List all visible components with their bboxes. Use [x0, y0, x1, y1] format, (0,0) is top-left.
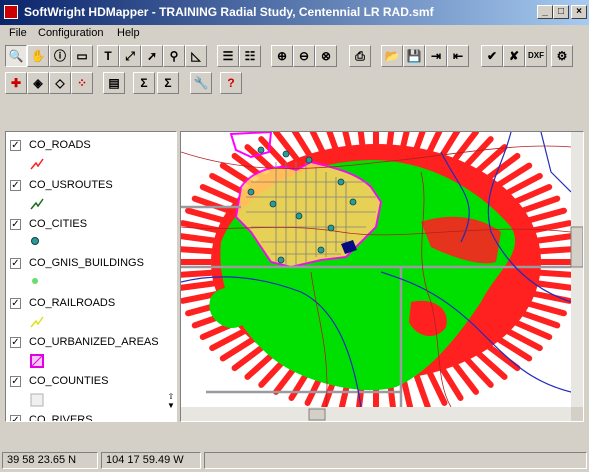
layer-name: CO_ROADS [29, 139, 91, 151]
legend-item-railroads: ✓ CO_RAILROADS [6, 293, 176, 332]
layer-legend: ✓ CO_ROADS ✓ CO_USROUTES ✓ CO_CITIES ✓ C… [5, 131, 177, 422]
legend-item-rivers: ✓ CO_RIVERS [6, 410, 176, 422]
settings-gear-icon[interactable]: ⚙ [551, 45, 573, 67]
menu-file[interactable]: File [9, 27, 27, 39]
menu-configuration[interactable]: Configuration [38, 27, 103, 39]
legend-item-cities: ✓ CO_CITIES [6, 214, 176, 253]
layer-checkbox[interactable]: ✓ [10, 415, 21, 421]
pan-hand-icon[interactable]: ✋ [27, 45, 49, 67]
open-folder-icon[interactable]: 📂 [381, 45, 403, 67]
tools-wrench-icon[interactable]: 🔧 [190, 72, 212, 94]
layer-checkbox[interactable]: ✓ [10, 180, 21, 191]
legend-item-roads: ✓ CO_ROADS [6, 135, 176, 174]
main-toolbar: 🔍 ✋ ⓘ ▭ T ⤢ ➚ ⚲ ◺ ☰ ☷ ⊕ ⊖ ⊗ ⎙ 📂 💾 ⇥ ⇤ ✔ … [0, 45, 589, 67]
scroll-up-icon[interactable]: ⇧ [165, 392, 177, 401]
points-icon[interactable]: ⁘ [71, 72, 93, 94]
longitude-readout: 104 17 59.49 W [101, 452, 201, 469]
select-zoom-icon[interactable]: 🔍 [5, 45, 27, 67]
railroad-line-icon [30, 316, 44, 328]
vertical-scrollbar[interactable] [571, 132, 583, 407]
profile-icon[interactable]: ◺ [185, 45, 207, 67]
zoom-extent-icon[interactable]: ⊗ [315, 45, 337, 67]
layer-checkbox[interactable]: ✓ [10, 219, 21, 230]
map-view[interactable] [180, 131, 584, 422]
label-icon[interactable]: ▭ [71, 45, 93, 67]
legend-scroll[interactable]: ⇧ ▼ [165, 392, 177, 420]
title-bar: SoftWright HDMapper - TRAINING Radial St… [0, 0, 589, 25]
check-icon[interactable]: ✔ [481, 45, 503, 67]
layer-checkbox[interactable]: ✓ [10, 258, 21, 269]
help-question-icon[interactable]: ? [220, 72, 242, 94]
maximize-button[interactable]: □ [553, 5, 569, 19]
horizontal-scrollbar[interactable] [181, 407, 571, 421]
dxf-export-icon[interactable]: DXF [525, 45, 547, 67]
import-icon[interactable]: ⇤ [447, 45, 469, 67]
status-bar: 39 58 23.65 N 104 17 59.49 W [0, 449, 589, 472]
menu-help[interactable]: Help [117, 27, 140, 39]
pointer-icon[interactable]: ➚ [141, 45, 163, 67]
layer-name: CO_GNIS_BUILDINGS [29, 257, 144, 269]
legend-item-urbanized-areas: ✓ CO_URBANIZED_AREAS [6, 332, 176, 371]
legend-item-usroutes: ✓ CO_USROUTES [6, 175, 176, 214]
layer-name: CO_RAILROADS [29, 297, 116, 309]
city-dot-icon [31, 237, 39, 245]
building-dot-icon [32, 278, 38, 284]
minimize-button[interactable]: _ [537, 5, 553, 19]
layers-icon[interactable]: ☰ [217, 45, 239, 67]
layer-name: CO_URBANIZED_AREAS [29, 336, 159, 348]
legend-item-counties: ✓ CO_COUNTIES [6, 371, 176, 410]
status-message [204, 452, 587, 469]
node-icon[interactable]: ⚲ [163, 45, 185, 67]
zoom-in-icon[interactable]: ⊕ [271, 45, 293, 67]
secondary-toolbar: ✚ ◈ ◇ ⁘ ▤ Σ Σ 🔧 ? [0, 72, 589, 94]
layer-name: CO_USROUTES [29, 179, 113, 191]
save-icon[interactable]: 💾 [403, 45, 425, 67]
layer-name: CO_RIVERS [29, 414, 93, 422]
menu-bar: File Configuration Help [0, 25, 589, 43]
layer-checkbox[interactable]: ✓ [10, 140, 21, 151]
export-icon[interactable]: ⇥ [425, 45, 447, 67]
sum-icon[interactable]: Σ [133, 72, 155, 94]
text-icon[interactable]: T [97, 45, 119, 67]
window-title: SoftWright HDMapper - TRAINING Radial St… [24, 5, 434, 19]
urban-area-icon [30, 354, 44, 368]
layer-checkbox[interactable]: ✓ [10, 337, 21, 348]
road-line-icon [30, 158, 44, 170]
print-icon[interactable]: ⎙ [349, 45, 371, 67]
coverage-layer-icon[interactable]: ◇ [49, 72, 71, 94]
layer-checkbox[interactable]: ✓ [10, 376, 21, 387]
app-icon [4, 5, 18, 19]
scroll-down-icon[interactable]: ▼ [165, 401, 177, 410]
table-icon[interactable]: ▤ [103, 72, 125, 94]
info-icon[interactable]: ⓘ [49, 45, 71, 67]
legend-item-gnis-buildings: ✓ CO_GNIS_BUILDINGS [6, 253, 176, 292]
route-line-icon [30, 198, 44, 210]
layer-name: CO_COUNTIES [29, 375, 109, 387]
zoom-out-icon[interactable]: ⊖ [293, 45, 315, 67]
sum-report-icon[interactable]: Σ [157, 72, 179, 94]
latitude-readout: 39 58 23.65 N [2, 452, 98, 469]
site-layer-icon[interactable]: ◈ [27, 72, 49, 94]
close-button[interactable]: × [571, 5, 587, 19]
layer-checkbox[interactable]: ✓ [10, 298, 21, 309]
add-site-icon[interactable]: ✚ [5, 72, 27, 94]
coverage-map[interactable] [181, 132, 583, 421]
line-icon[interactable]: ⤢ [119, 45, 141, 67]
reject-icon[interactable]: ✘ [503, 45, 525, 67]
layer-properties-icon[interactable]: ☷ [239, 45, 261, 67]
layer-name: CO_CITIES [29, 218, 88, 230]
county-area-icon [30, 393, 44, 407]
